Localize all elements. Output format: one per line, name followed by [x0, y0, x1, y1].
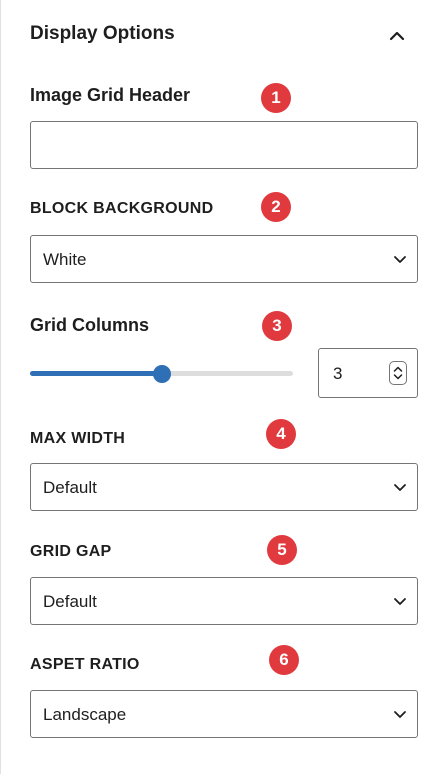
chevron-down-icon [394, 484, 406, 491]
slider-thumb[interactable] [152, 365, 171, 383]
block-background-select[interactable]: White [30, 235, 418, 283]
chevron-down-icon [394, 598, 406, 605]
grid-columns-number-input[interactable]: 3 [318, 348, 418, 398]
grid-gap-value: Default [43, 592, 97, 611]
callout-badge-1: 1 [261, 83, 291, 113]
block-background-label: BLOCK BACKGROUND [30, 200, 214, 217]
aspect-ratio-select[interactable]: Landscape [30, 690, 418, 738]
callout-badge-5: 5 [267, 535, 297, 565]
display-options-panel: Display Options Image Grid Header 1 BLOC… [0, 0, 436, 774]
slider-fill [30, 371, 162, 376]
grid-columns-label: Grid Columns [30, 315, 150, 335]
chevron-down-icon [394, 711, 406, 718]
panel-header[interactable]: Display Options [1, 0, 436, 72]
max-width-value: Default [43, 478, 97, 497]
chevron-down-icon [394, 256, 406, 263]
callout-badge-4: 4 [266, 419, 296, 449]
callout-badge-2: 2 [261, 192, 291, 222]
number-spinner[interactable] [389, 361, 407, 385]
grid-columns-value: 3 [333, 364, 343, 383]
chevron-up-icon[interactable] [385, 24, 409, 48]
aspect-ratio-value: Landscape [43, 705, 127, 724]
aspect-ratio-label: ASPET RATIO [30, 656, 140, 673]
callout-badge-3: 3 [262, 311, 292, 341]
grid-gap-label: GRID GAP [30, 543, 112, 560]
grid-gap-select[interactable]: Default [30, 577, 418, 625]
callout-badge-6: 6 [269, 645, 299, 675]
max-width-select[interactable]: Default [30, 463, 418, 511]
max-width-label: MAX WIDTH [30, 430, 126, 447]
block-background-value: White [43, 250, 87, 269]
image-grid-header-label: Image Grid Header [30, 85, 191, 105]
spinner-arrows-icon [393, 366, 403, 380]
grid-columns-slider[interactable] [30, 365, 293, 383]
panel-title: Display Options [30, 23, 175, 44]
image-grid-header-input[interactable] [30, 121, 418, 169]
